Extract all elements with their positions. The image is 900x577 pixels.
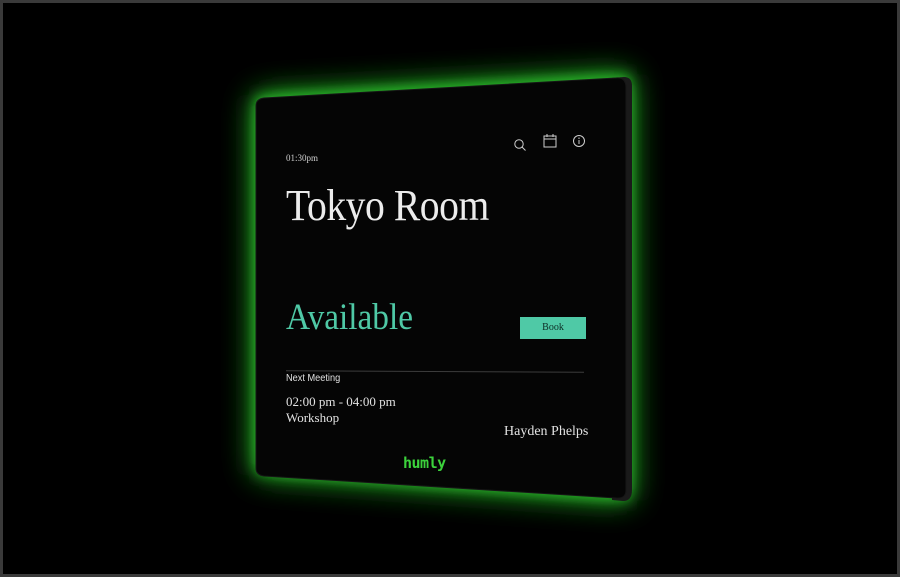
device-panel: 01:30pm Tokyo Room Available Book Next M… [0,0,900,577]
brand-logo: humly [403,454,446,472]
info-icon[interactable] [572,133,588,149]
calendar-icon[interactable] [543,133,559,149]
current-time: 01:30pm [286,153,319,163]
next-meeting-title: Workshop [286,410,340,425]
stage: 01:30pm Tokyo Room Available Book Next M… [0,0,900,577]
next-meeting-time: 02:00 pm - 04:00 pm [286,394,396,409]
room-name: Tokyo Room [286,181,489,230]
search-icon[interactable] [513,137,529,153]
next-meeting-heading: Next Meeting [286,373,341,384]
booking-screen: 01:30pm Tokyo Room Available Book Next M… [258,98,618,478]
book-button[interactable]: Book [520,317,586,339]
header-actions [513,133,593,153]
availability-status: Available [286,297,413,338]
next-meeting-organizer: Hayden Phelps [504,424,589,439]
